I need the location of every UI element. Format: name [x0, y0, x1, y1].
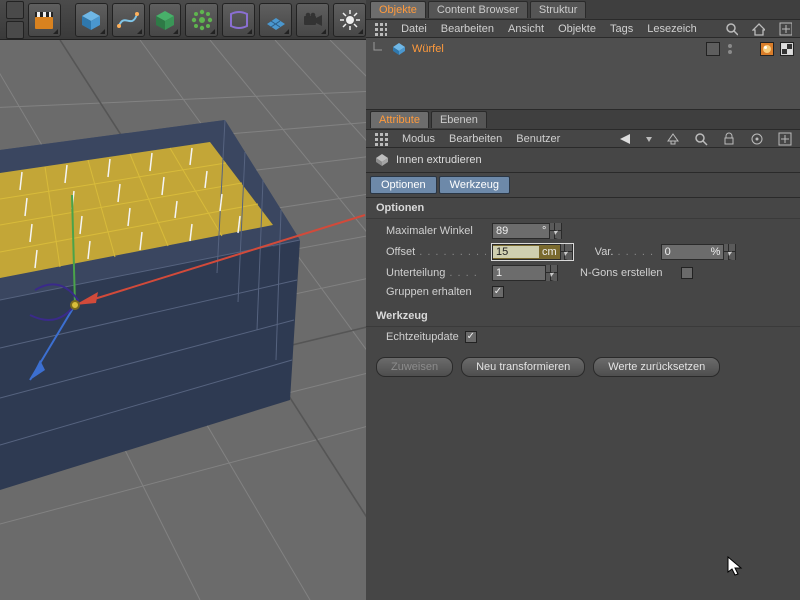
input-max-winkel[interactable]: °	[492, 223, 562, 239]
tool-title: Innen extrudieren	[396, 154, 482, 166]
lock-icon[interactable]	[722, 132, 736, 146]
button-zuweisen[interactable]: Zuweisen	[376, 357, 453, 377]
section-optionen-header: Optionen	[366, 198, 800, 219]
panel-options-icon[interactable]	[374, 22, 387, 36]
button-neu-transformieren[interactable]: Neu transformieren	[461, 357, 585, 377]
subtab-werkzeug[interactable]: Werkzeug	[439, 176, 510, 194]
attribute-tabbar: Attribute Ebenen	[366, 110, 800, 130]
section-werkzeug-header: Werkzeug	[366, 306, 800, 327]
object-name[interactable]: Würfel	[412, 43, 444, 55]
clapboard-icon[interactable]	[28, 3, 61, 37]
input-offset[interactable]: cm	[492, 244, 573, 260]
attr-menu-modus[interactable]: Modus	[402, 133, 435, 145]
undo-button[interactable]	[6, 1, 24, 19]
subtab-optionen[interactable]: Optionen	[370, 176, 437, 194]
viewport-3d[interactable]	[0, 40, 366, 600]
floor-icon[interactable]	[259, 3, 292, 37]
menu-bearbeiten[interactable]: Bearbeiten	[441, 23, 494, 35]
input-var[interactable]: %	[661, 244, 737, 260]
objects-menubar: Datei Bearbeiten Ansicht Objekte Tags Le…	[366, 20, 800, 38]
menu-tags[interactable]: Tags	[610, 23, 633, 35]
layer-slot[interactable]	[706, 42, 720, 56]
attribute-subtabs: Optionen Werkzeug	[366, 173, 800, 198]
light-icon[interactable]	[333, 3, 366, 37]
optionen-form: Maximaler Winkel ° Offset . . . . . . . …	[366, 219, 800, 306]
target-icon[interactable]	[750, 132, 764, 146]
tab-objekte[interactable]: Objekte	[370, 1, 426, 18]
attribute-menubar: Modus Bearbeiten Benutzer	[366, 130, 800, 148]
nav-back-icon[interactable]	[618, 132, 632, 146]
tab-attribute[interactable]: Attribute	[370, 111, 429, 128]
objects-tree[interactable]: Würfel	[366, 38, 800, 110]
extrude-inner-icon	[374, 152, 390, 168]
menu-lesezeichen[interactable]: Lesezeich	[647, 23, 697, 35]
label-var: Var. . . . . . . .	[595, 246, 655, 258]
deformer-icon[interactable]	[222, 3, 255, 37]
nav-up-icon[interactable]	[666, 132, 680, 146]
tab-ebenen[interactable]: Ebenen	[431, 111, 487, 128]
label-ngons: N-Gons erstellen	[580, 267, 675, 279]
spline-icon[interactable]	[112, 3, 145, 37]
label-unterteilung: Unterteilung . . . .	[386, 267, 486, 279]
tool-title-row: Innen extrudieren	[366, 148, 800, 173]
home-icon[interactable]	[752, 22, 765, 36]
search-icon[interactable]	[694, 132, 708, 146]
attr-menu-benutzer[interactable]: Benutzer	[516, 133, 560, 145]
polygon-object-icon	[392, 42, 406, 56]
phong-tag-icon[interactable]	[760, 42, 774, 56]
nav-history-icon[interactable]	[646, 132, 652, 146]
expand-icon[interactable]	[779, 22, 792, 36]
menu-ansicht[interactable]: Ansicht	[508, 23, 544, 35]
array-icon[interactable]	[185, 3, 218, 37]
nurbs-icon[interactable]	[149, 3, 182, 37]
werkzeug-form: Echtzeitupdate	[366, 327, 800, 351]
menu-datei[interactable]: Datei	[401, 23, 427, 35]
panel-options-icon[interactable]	[374, 132, 388, 146]
main-toolbar	[0, 0, 366, 40]
menu-objekte[interactable]: Objekte	[558, 23, 596, 35]
label-max-winkel: Maximaler Winkel	[386, 225, 486, 237]
redo-button[interactable]	[6, 21, 24, 39]
attr-menu-bearbeiten[interactable]: Bearbeiten	[449, 133, 502, 145]
checkbox-ngons[interactable]	[681, 267, 693, 279]
uvw-tag-icon[interactable]	[780, 42, 794, 56]
cube-primitive-icon[interactable]	[75, 3, 108, 37]
tab-content-browser[interactable]: Content Browser	[428, 1, 528, 18]
objects-tabbar: Objekte Content Browser Struktur	[366, 0, 800, 20]
werkzeug-buttons: Zuweisen Neu transformieren Werte zurück…	[366, 351, 800, 383]
label-gruppen: Gruppen erhalten	[386, 286, 486, 298]
label-echtzeit: Echtzeitupdate	[386, 331, 459, 343]
camera-icon[interactable]	[296, 3, 329, 37]
button-werte-zuruecksetzen[interactable]: Werte zurücksetzen	[593, 357, 720, 377]
input-unterteilung[interactable]	[492, 265, 558, 281]
object-row-wuerfel[interactable]: Würfel	[372, 42, 794, 56]
checkbox-gruppen[interactable]	[492, 286, 504, 298]
expand-icon[interactable]	[778, 132, 792, 146]
tab-struktur[interactable]: Struktur	[530, 1, 587, 18]
tree-branch-icon	[372, 42, 386, 56]
visibility-dots-icon[interactable]	[726, 42, 734, 56]
checkbox-echtzeit[interactable]	[465, 331, 477, 343]
search-icon[interactable]	[725, 22, 738, 36]
label-offset: Offset . . . . . . . . .	[386, 246, 486, 258]
